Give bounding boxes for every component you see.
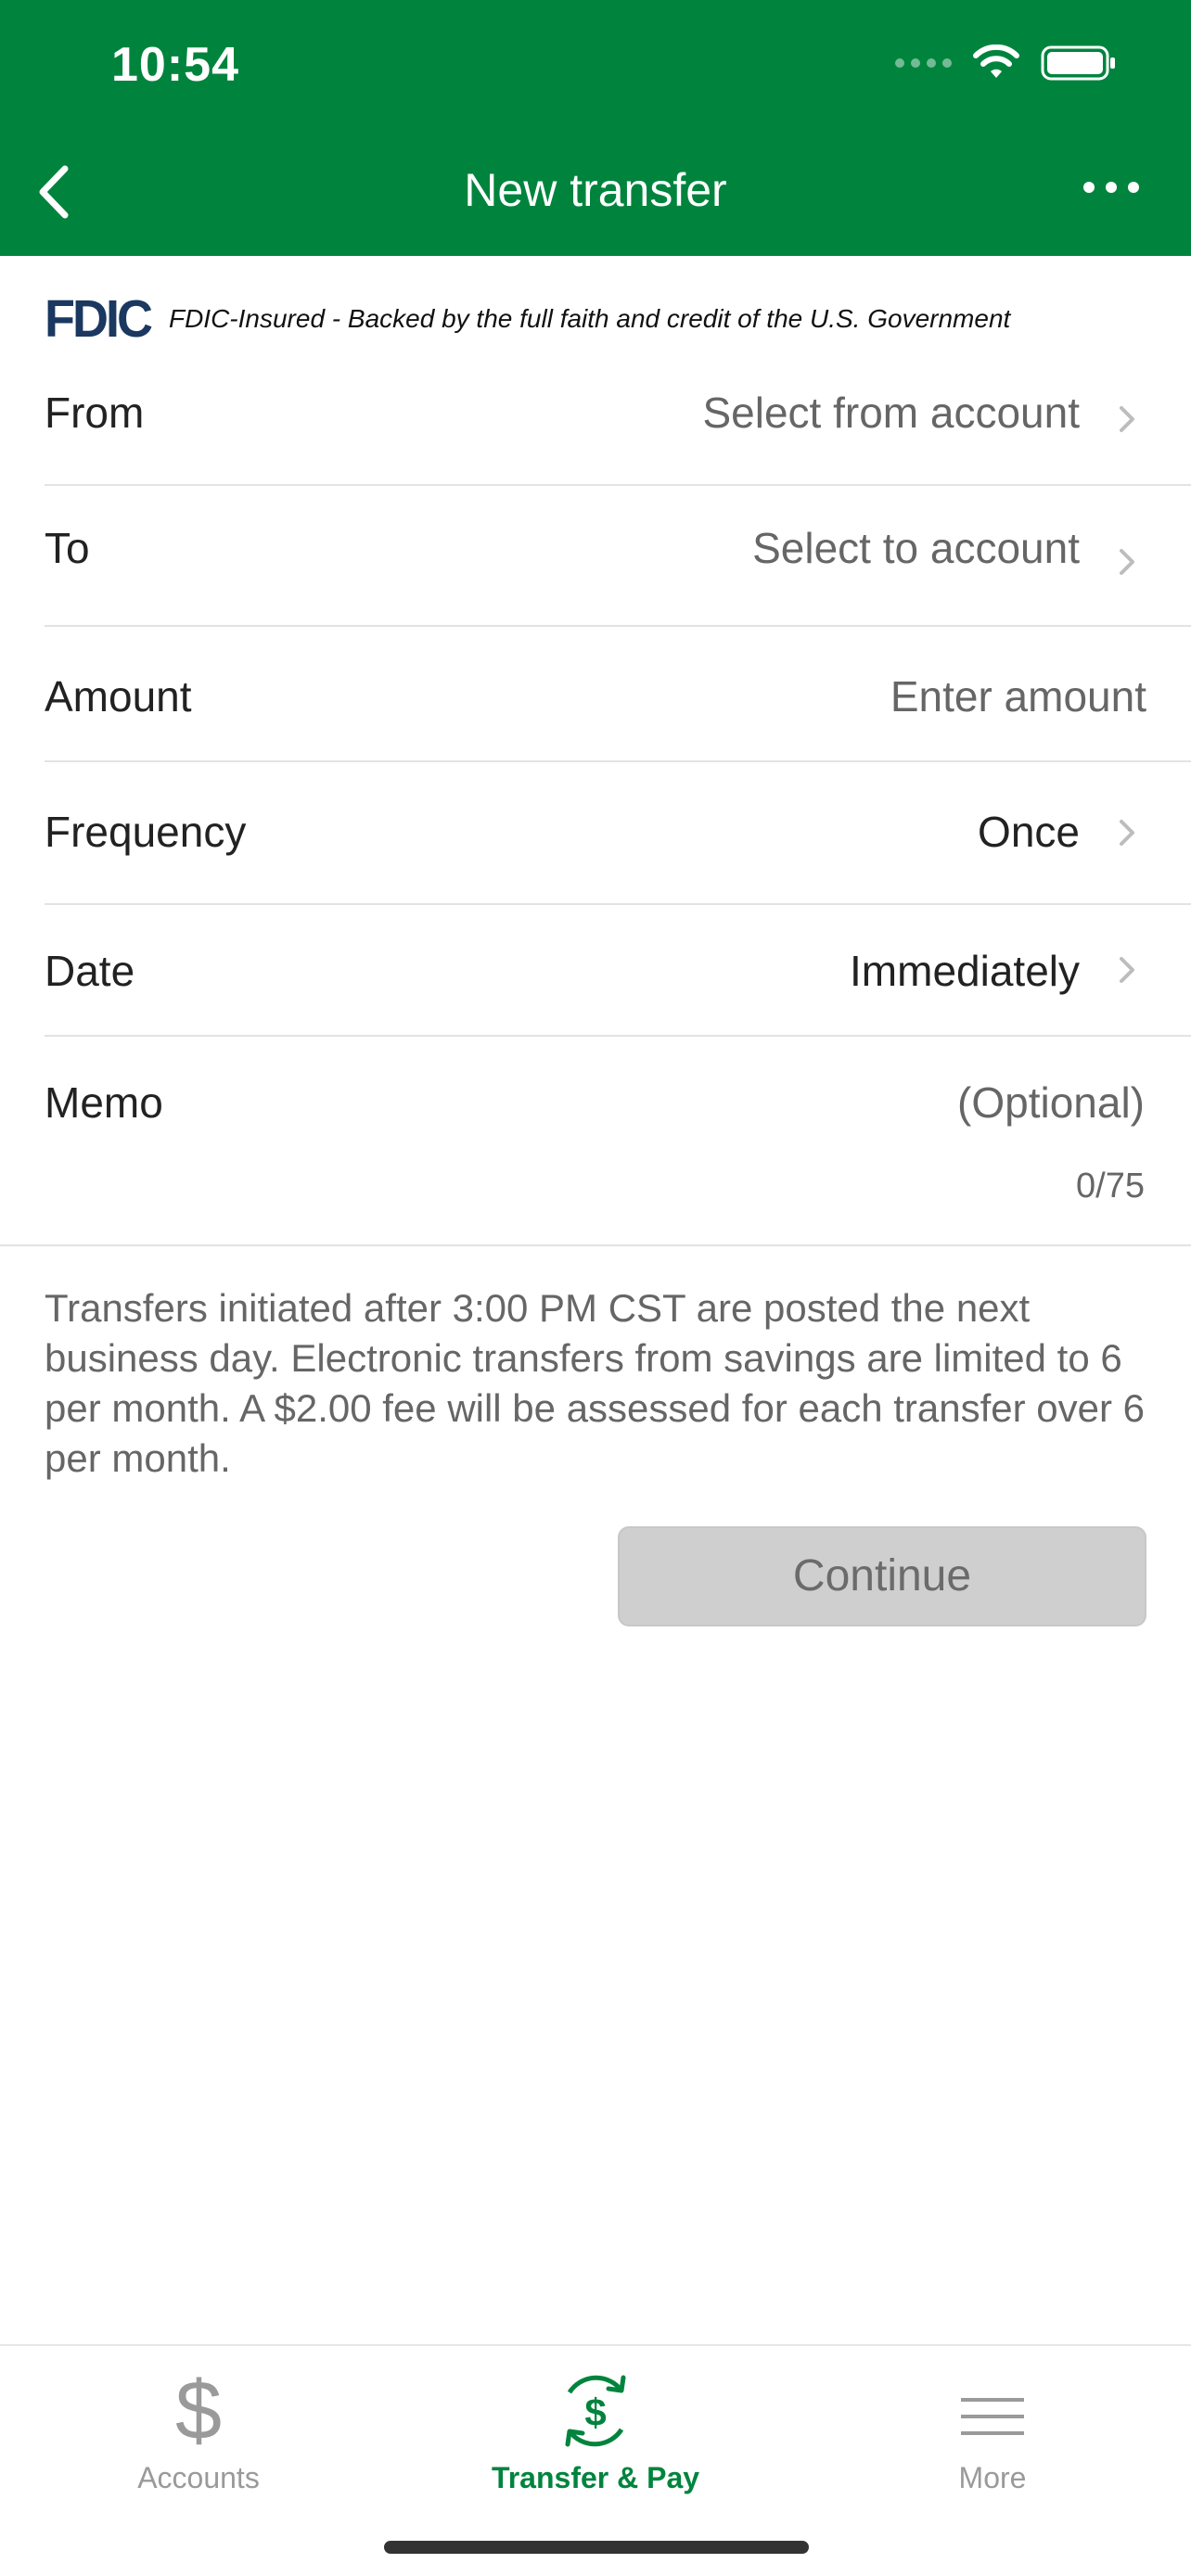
tab-label: Transfer & Pay [491,2461,700,2494]
chevron-right-icon [1120,820,1134,846]
continue-button[interactable]: Continue [618,1526,1146,1626]
frequency-label: Frequency [45,808,247,856]
home-indicator [384,2541,809,2554]
transfer-notice: Transfers initiated after 3:00 PM CST ar… [45,1286,1146,1480]
fdic-banner: FDIC FDIC-Insured - Backed by the full f… [45,290,1011,349]
chevron-right-icon [1120,406,1134,432]
chevron-right-icon [1120,957,1134,983]
status-icons [895,45,1117,82]
frequency-row[interactable]: Frequency Once [45,762,1191,905]
amount-row[interactable]: Amount Enter amount [45,627,1191,762]
to-label: To [45,524,90,572]
frequency-value: Once [978,808,1080,856]
tab-accounts[interactable]: $ Accounts [0,2346,397,2513]
dollar-icon: $ [175,2365,222,2457]
memo-input[interactable]: (Optional) [957,1078,1145,1128]
cellular-signal-icon [895,58,952,68]
battery-icon [1041,45,1115,81]
chevron-right-icon [1120,549,1134,575]
to-value: Select to account [752,524,1080,572]
from-value: Select from account [702,389,1080,437]
menu-icon [961,2398,1024,2435]
fdic-logo: FDIC [45,289,153,349]
new-transfer-screen: 10:54 New transfer FDIC FDIC-Insured - B… [0,0,1191,2576]
svg-text:$: $ [584,2391,606,2434]
from-account-row[interactable]: From Select from account [45,352,1191,486]
date-row[interactable]: Date Immediately [45,905,1191,1037]
memo-label: Memo [45,1078,163,1127]
tab-transfer-pay[interactable]: $ Transfer & Pay [397,2346,794,2513]
fdic-tagline: FDIC-Insured - Backed by the full faith … [168,304,1011,333]
status-time: 10:54 [111,38,239,92]
header: 10:54 New transfer [0,0,1191,256]
date-label: Date [45,947,135,995]
amount-input[interactable]: Enter amount [890,671,1146,721]
svg-text:$: $ [175,2365,222,2457]
from-label: From [45,389,145,437]
amount-label: Amount [45,672,192,721]
more-options-icon[interactable] [1083,182,1139,193]
date-value: Immediately [850,947,1080,995]
wifi-icon [973,45,1019,78]
transfer-pay-icon: $ [565,2375,626,2447]
tab-label: More [958,2461,1027,2494]
memo-character-counter: 0/75 [1076,1167,1145,1205]
page-title: New transfer [464,164,727,216]
tab-label: Accounts [137,2461,260,2494]
divider [0,1244,1191,1246]
tab-more[interactable]: More [794,2346,1191,2513]
to-account-row[interactable]: To Select to account [45,486,1191,627]
